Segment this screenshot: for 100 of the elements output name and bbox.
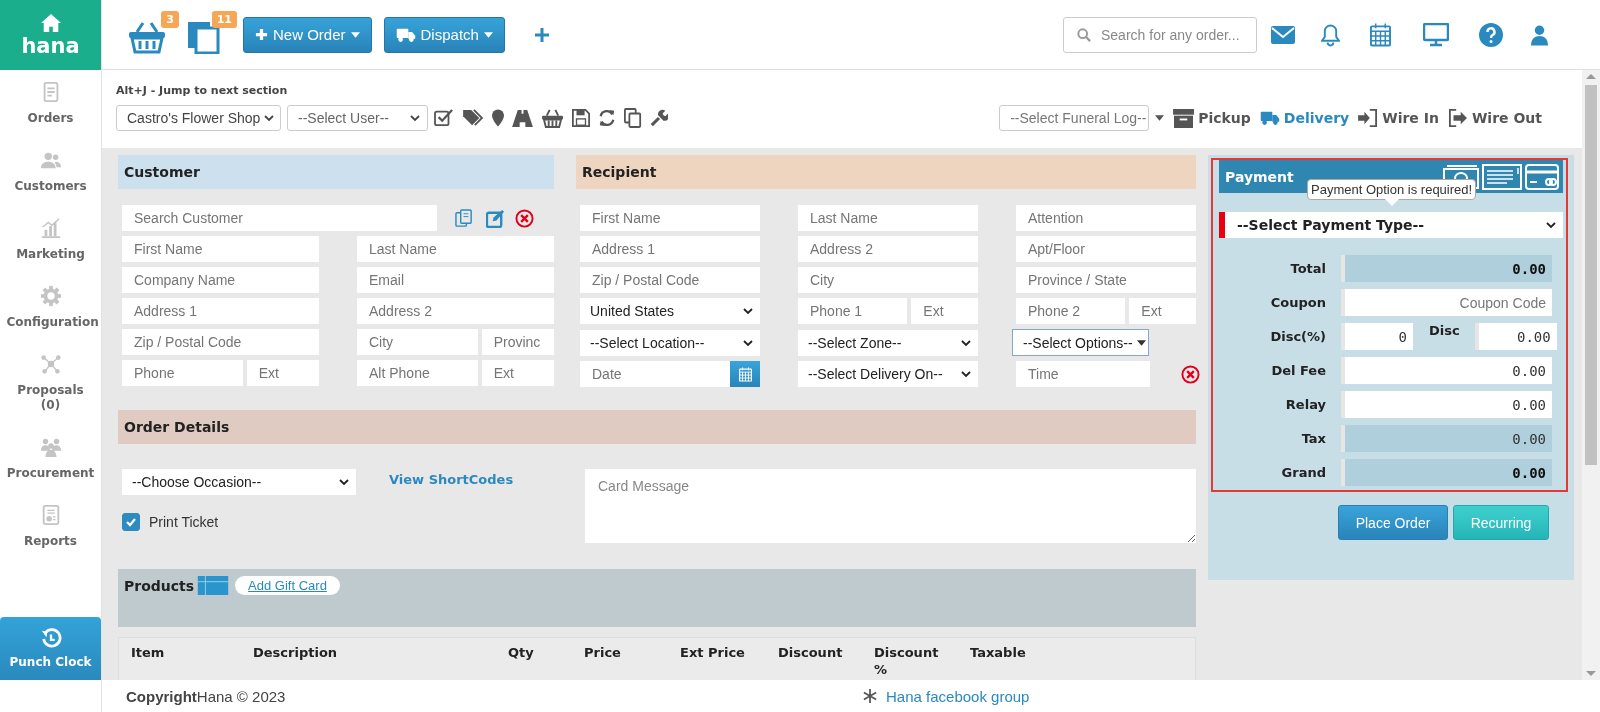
select-field[interactable]: --Select Location-- bbox=[580, 329, 760, 356]
bell-icon[interactable] bbox=[1321, 22, 1340, 47]
edit-icon[interactable] bbox=[486, 208, 505, 228]
dispatch-button[interactable]: Dispatch bbox=[383, 16, 505, 53]
refresh-icon[interactable] bbox=[598, 109, 616, 127]
copy-icon[interactable] bbox=[455, 208, 474, 228]
sidebar-item[interactable]: Customers bbox=[0, 138, 101, 206]
road-icon[interactable] bbox=[512, 109, 533, 127]
user-icon[interactable] bbox=[1531, 23, 1548, 46]
card-message-field[interactable]: Card Message bbox=[585, 469, 1196, 543]
text-field[interactable]: Ext bbox=[1129, 298, 1196, 324]
text-field[interactable]: Zip / Postal Code bbox=[122, 329, 319, 355]
save-icon[interactable] bbox=[572, 109, 590, 127]
amount-field[interactable]: 0.00 bbox=[1341, 459, 1552, 486]
map-pin-icon[interactable] bbox=[492, 109, 504, 127]
calendar-icon[interactable] bbox=[1370, 22, 1391, 47]
text-field[interactable]: First Name bbox=[122, 236, 319, 262]
text-field[interactable]: Ext bbox=[911, 298, 978, 324]
text-field[interactable]: First Name bbox=[580, 205, 760, 231]
text-field[interactable]: Provinc bbox=[481, 329, 554, 355]
plus-icon bbox=[255, 28, 268, 41]
search-field[interactable]: Search for any order... bbox=[1063, 16, 1257, 53]
amount-field[interactable]: 0.00 bbox=[1474, 323, 1557, 350]
order-type-tab[interactable]: Delivery bbox=[1259, 110, 1350, 126]
text-field[interactable]: City bbox=[357, 329, 478, 355]
help-icon[interactable] bbox=[1479, 22, 1503, 47]
occasion-select[interactable]: --Choose Occasion-- bbox=[122, 469, 356, 495]
text-field[interactable]: Phone 2 bbox=[1016, 298, 1126, 324]
truck-icon bbox=[395, 26, 416, 43]
amount-field[interactable]: 0.00 bbox=[1341, 425, 1552, 452]
copy-icon[interactable] bbox=[624, 108, 642, 128]
clear-icon[interactable] bbox=[515, 208, 534, 228]
place-order-button[interactable]: Place Order bbox=[1338, 505, 1448, 540]
sidebar-item[interactable]: Reports bbox=[0, 493, 101, 561]
basket-icon[interactable] bbox=[541, 108, 564, 128]
text-field[interactable]: Ext bbox=[481, 360, 554, 386]
scrollbar[interactable] bbox=[1582, 70, 1600, 680]
text-field[interactable]: Address 1 bbox=[580, 236, 760, 262]
section-header: Customer bbox=[118, 155, 554, 189]
sidebar-item[interactable]: Configuration bbox=[0, 274, 101, 342]
time-field[interactable]: Time bbox=[1016, 361, 1150, 387]
home-icon bbox=[39, 12, 62, 33]
select-field[interactable]: --Select Zone-- bbox=[798, 329, 978, 356]
plus-icon[interactable] bbox=[534, 27, 549, 42]
payment-type-select[interactable]: --Select Payment Type-- bbox=[1219, 212, 1563, 238]
punch-clock-button[interactable]: Punch Clock bbox=[0, 617, 101, 680]
sidebar-item[interactable]: Proposals (0) bbox=[0, 342, 101, 425]
text-field[interactable]: Attention bbox=[1016, 205, 1196, 231]
add-gift-card-link[interactable]: Add Gift Card bbox=[235, 576, 340, 595]
section-title: Payment bbox=[1225, 168, 1294, 185]
sidebar-item[interactable]: Marketing bbox=[0, 206, 101, 274]
text-field[interactable]: City bbox=[798, 267, 978, 293]
order-type-tab[interactable]: Wire Out bbox=[1447, 109, 1542, 127]
text-field[interactable]: Last Name bbox=[357, 236, 554, 262]
text-field[interactable]: Company Name bbox=[122, 267, 319, 293]
amount-field[interactable]: 0.00 bbox=[1341, 391, 1552, 418]
coupon-field[interactable]: Coupon Code bbox=[1341, 289, 1552, 316]
text-field[interactable]: Zip / Postal Code bbox=[580, 267, 760, 293]
select-field[interactable]: --Select Delivery On-- bbox=[798, 361, 978, 387]
order-type-tab[interactable]: Wire In bbox=[1358, 109, 1439, 127]
sidebar-item[interactable]: Procurement bbox=[0, 425, 101, 493]
text-field[interactable]: Alt Phone bbox=[357, 360, 478, 386]
amount-field[interactable]: 0 bbox=[1341, 323, 1413, 350]
search-field[interactable]: Search Customer bbox=[122, 205, 437, 231]
monitor-icon[interactable] bbox=[1423, 22, 1449, 47]
select-field[interactable]: United States bbox=[580, 298, 760, 324]
mail-icon[interactable] bbox=[1271, 25, 1295, 44]
checkbox[interactable] bbox=[122, 513, 140, 531]
clock-icon bbox=[39, 628, 62, 650]
column-header: Taxable bbox=[970, 644, 1027, 661]
text-field[interactable]: Email bbox=[357, 267, 554, 293]
shop-select[interactable]: Castro's Flower Shop bbox=[116, 105, 281, 131]
text-field[interactable]: Last Name bbox=[798, 205, 978, 231]
section-header: Order Details bbox=[118, 410, 1196, 444]
text-field[interactable]: Ext bbox=[246, 360, 319, 386]
amount-field[interactable]: 0.00 bbox=[1341, 357, 1552, 384]
checkbox-icon[interactable] bbox=[434, 109, 454, 127]
new-order-button[interactable]: New Order bbox=[243, 16, 372, 53]
shortcut-hint: Alt+J - Jump to next section bbox=[116, 84, 289, 97]
calendar-button[interactable] bbox=[730, 361, 760, 387]
tags-icon[interactable] bbox=[462, 109, 484, 127]
user-select[interactable]: --Select User-- bbox=[287, 105, 428, 131]
clear-icon[interactable] bbox=[1181, 364, 1200, 384]
amount-field[interactable]: 0.00 bbox=[1341, 255, 1552, 282]
text-field[interactable]: Phone bbox=[122, 360, 243, 386]
text-field[interactable]: Address 1 bbox=[122, 298, 319, 324]
count-badge: 3 bbox=[161, 10, 179, 28]
text-field[interactable]: Phone 1 bbox=[798, 298, 908, 324]
sidebar-item[interactable]: Orders bbox=[0, 70, 101, 138]
facebook-group-link[interactable]: Hana facebook group bbox=[886, 687, 1030, 705]
order-type-tab[interactable]: Pickup bbox=[1173, 108, 1251, 128]
text-field[interactable]: Address 2 bbox=[357, 298, 554, 324]
text-field[interactable]: Apt/Floor bbox=[1016, 236, 1196, 262]
shortcodes-link[interactable]: View ShortCodes bbox=[389, 472, 514, 487]
date-field[interactable]: Date bbox=[580, 361, 730, 387]
funeral-log-select[interactable]: --Select Funeral Log-- bbox=[999, 105, 1150, 131]
text-field[interactable]: Province / State bbox=[1016, 267, 1196, 293]
text-field[interactable]: Address 2 bbox=[798, 236, 978, 262]
wrench-icon[interactable] bbox=[650, 109, 668, 127]
options-dropdown[interactable]: --Select Options-- bbox=[1012, 329, 1149, 356]
